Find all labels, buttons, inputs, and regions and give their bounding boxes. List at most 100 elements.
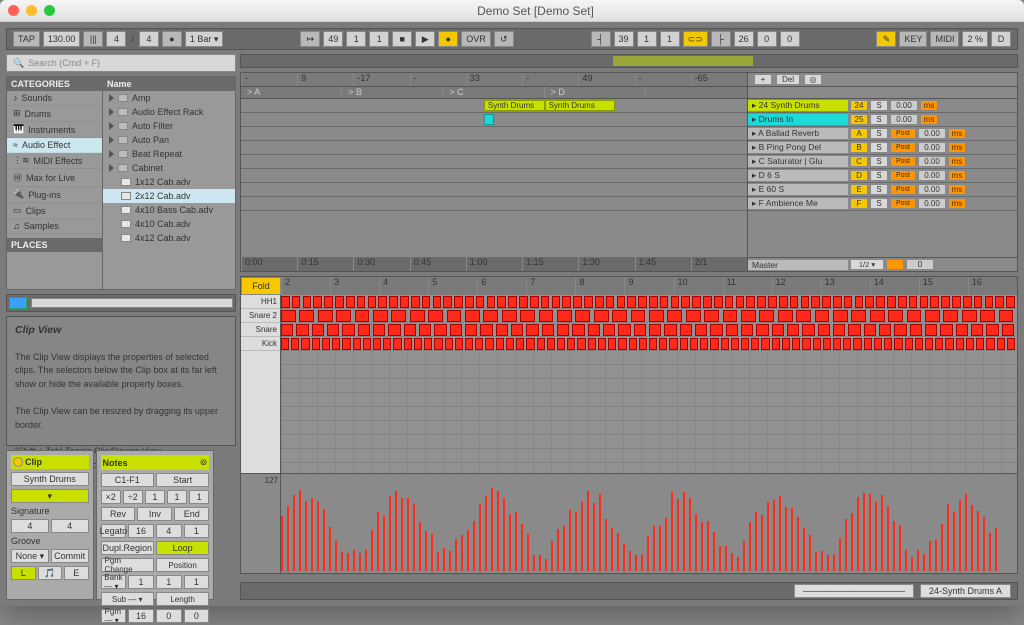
velocity-bar[interactable] <box>431 534 433 571</box>
track-header[interactable]: ▸ 24 Synth Drums24S0.00ms <box>748 99 1017 113</box>
track-header[interactable]: ▸ F Ambience MeFSPost0.00ms <box>748 197 1017 211</box>
loop-switch[interactable]: ⊂⊃ <box>683 31 708 47</box>
velocity-bar[interactable] <box>455 539 457 571</box>
velocity-bar[interactable] <box>851 513 853 571</box>
file-item[interactable]: 4x10 Bass Cab.adv <box>103 203 235 217</box>
velocity-bar[interactable] <box>329 527 331 571</box>
metronome-button[interactable]: ● <box>162 31 182 47</box>
midi-note[interactable] <box>557 310 572 322</box>
midi-note[interactable] <box>843 338 851 350</box>
midi-note[interactable] <box>383 338 391 350</box>
position-beat[interactable]: 1 <box>346 31 366 47</box>
velocity-bar[interactable] <box>815 552 817 571</box>
midi-note[interactable] <box>772 324 784 336</box>
midi-note[interactable] <box>802 338 810 350</box>
solo-button[interactable]: S <box>870 170 888 181</box>
punch-out-button[interactable]: ├ <box>711 31 731 47</box>
midi-note[interactable] <box>741 310 756 322</box>
velocity-bar[interactable] <box>407 498 409 571</box>
velocity-bar[interactable] <box>935 540 937 571</box>
delay-unit[interactable]: ms <box>948 142 966 153</box>
midi-note[interactable] <box>526 324 538 336</box>
velocity-bar[interactable] <box>863 493 865 571</box>
folder-auto-pan[interactable]: Auto Pan <box>103 133 235 147</box>
drum-row-label[interactable]: Snare 2 <box>241 309 280 323</box>
velocity-bar[interactable] <box>593 503 595 571</box>
folder-cabinet[interactable]: Cabinet <box>103 161 235 175</box>
midi-note[interactable] <box>690 338 698 350</box>
velocity-bar[interactable] <box>545 559 547 571</box>
velocity-bar[interactable] <box>563 526 565 571</box>
loop-start-sixteenth[interactable]: 1 <box>660 31 680 47</box>
volume-field[interactable]: 0.00 <box>918 128 946 139</box>
pos-bar[interactable]: 1 <box>128 575 154 589</box>
midi-note[interactable] <box>312 324 324 336</box>
double-tempo-button[interactable]: ×2 <box>101 490 121 504</box>
category-midi-effects[interactable]: ⋮≋MIDI Effects <box>7 153 102 169</box>
midi-note[interactable] <box>627 296 636 308</box>
midi-note[interactable] <box>726 324 738 336</box>
midi-note[interactable] <box>963 296 972 308</box>
pos-beat[interactable]: 1 <box>156 575 182 589</box>
velocity-bar[interactable] <box>869 494 871 571</box>
velocity-bar[interactable] <box>425 531 427 571</box>
velocity-bar[interactable] <box>917 550 919 571</box>
velocity-bar[interactable] <box>515 512 517 571</box>
midi-note[interactable] <box>516 338 524 350</box>
midi-note[interactable] <box>746 296 755 308</box>
midi-note[interactable] <box>404 324 416 336</box>
delay-unit[interactable]: ms <box>948 184 966 195</box>
midi-note[interactable] <box>511 324 523 336</box>
velocity-bar[interactable] <box>341 552 343 571</box>
arrangement-clip[interactable] <box>484 114 494 125</box>
post-button[interactable]: Post <box>890 128 916 139</box>
master-vol[interactable]: 0 <box>906 259 934 270</box>
browser-search-input[interactable]: 🔍 Search (Cmd + F) <box>6 54 236 72</box>
midi-note[interactable] <box>520 310 535 322</box>
end-sixteenth[interactable]: 1 <box>184 524 210 538</box>
clip-activator-icon[interactable] <box>13 457 23 467</box>
velocity-bar[interactable] <box>317 501 319 571</box>
midi-note[interactable] <box>741 338 749 350</box>
velocity-bar[interactable] <box>575 512 577 571</box>
midi-note[interactable] <box>603 324 615 336</box>
midi-note[interactable] <box>796 310 811 322</box>
midi-bar-ruler[interactable]: 2345678910111213141516 <box>281 277 1017 295</box>
velocity-bar[interactable] <box>287 506 289 571</box>
category-clips[interactable]: ▭Clips <box>7 203 102 219</box>
volume-field[interactable]: 0.00 <box>918 198 946 209</box>
midi-note[interactable] <box>388 324 400 336</box>
punch-in-button[interactable]: ┤ <box>591 31 611 47</box>
stop-button[interactable]: ■ <box>392 31 412 47</box>
track-header[interactable]: ▸ Drums In25S0.00ms <box>748 113 1017 127</box>
solo-button[interactable]: S <box>870 198 888 209</box>
file-item[interactable]: 4x10 Cab.adv <box>103 217 235 231</box>
midi-note[interactable] <box>710 324 722 336</box>
midi-note[interactable] <box>342 324 354 336</box>
midi-note[interactable] <box>281 338 289 350</box>
midi-note[interactable] <box>822 296 831 308</box>
show-envelope-box[interactable]: E <box>64 566 89 580</box>
velocity-bar[interactable] <box>827 555 829 571</box>
midi-note[interactable] <box>634 324 646 336</box>
velocity-bar[interactable] <box>755 512 757 571</box>
midi-note[interactable] <box>940 324 952 336</box>
velocity-bar[interactable] <box>893 521 895 571</box>
arrangement-overview[interactable] <box>240 54 1018 68</box>
midi-note[interactable] <box>373 338 381 350</box>
midi-note[interactable] <box>638 296 647 308</box>
velocity-bar[interactable] <box>551 541 553 571</box>
velocity-bar[interactable] <box>965 494 967 571</box>
velocity-bar[interactable] <box>857 497 859 571</box>
velocity-bar[interactable] <box>875 502 877 571</box>
velocity-bar[interactable] <box>839 538 841 571</box>
track-header[interactable]: ▸ D 6 SDSPost0.00ms <box>748 169 1017 183</box>
midi-note[interactable] <box>995 296 1004 308</box>
midi-note[interactable] <box>404 338 412 350</box>
midi-note[interactable] <box>465 338 473 350</box>
track-lane[interactable] <box>241 113 747 127</box>
velocity-bar[interactable] <box>617 533 619 571</box>
midi-note[interactable] <box>660 296 669 308</box>
midi-note[interactable] <box>864 338 872 350</box>
midi-note[interactable] <box>336 310 351 322</box>
